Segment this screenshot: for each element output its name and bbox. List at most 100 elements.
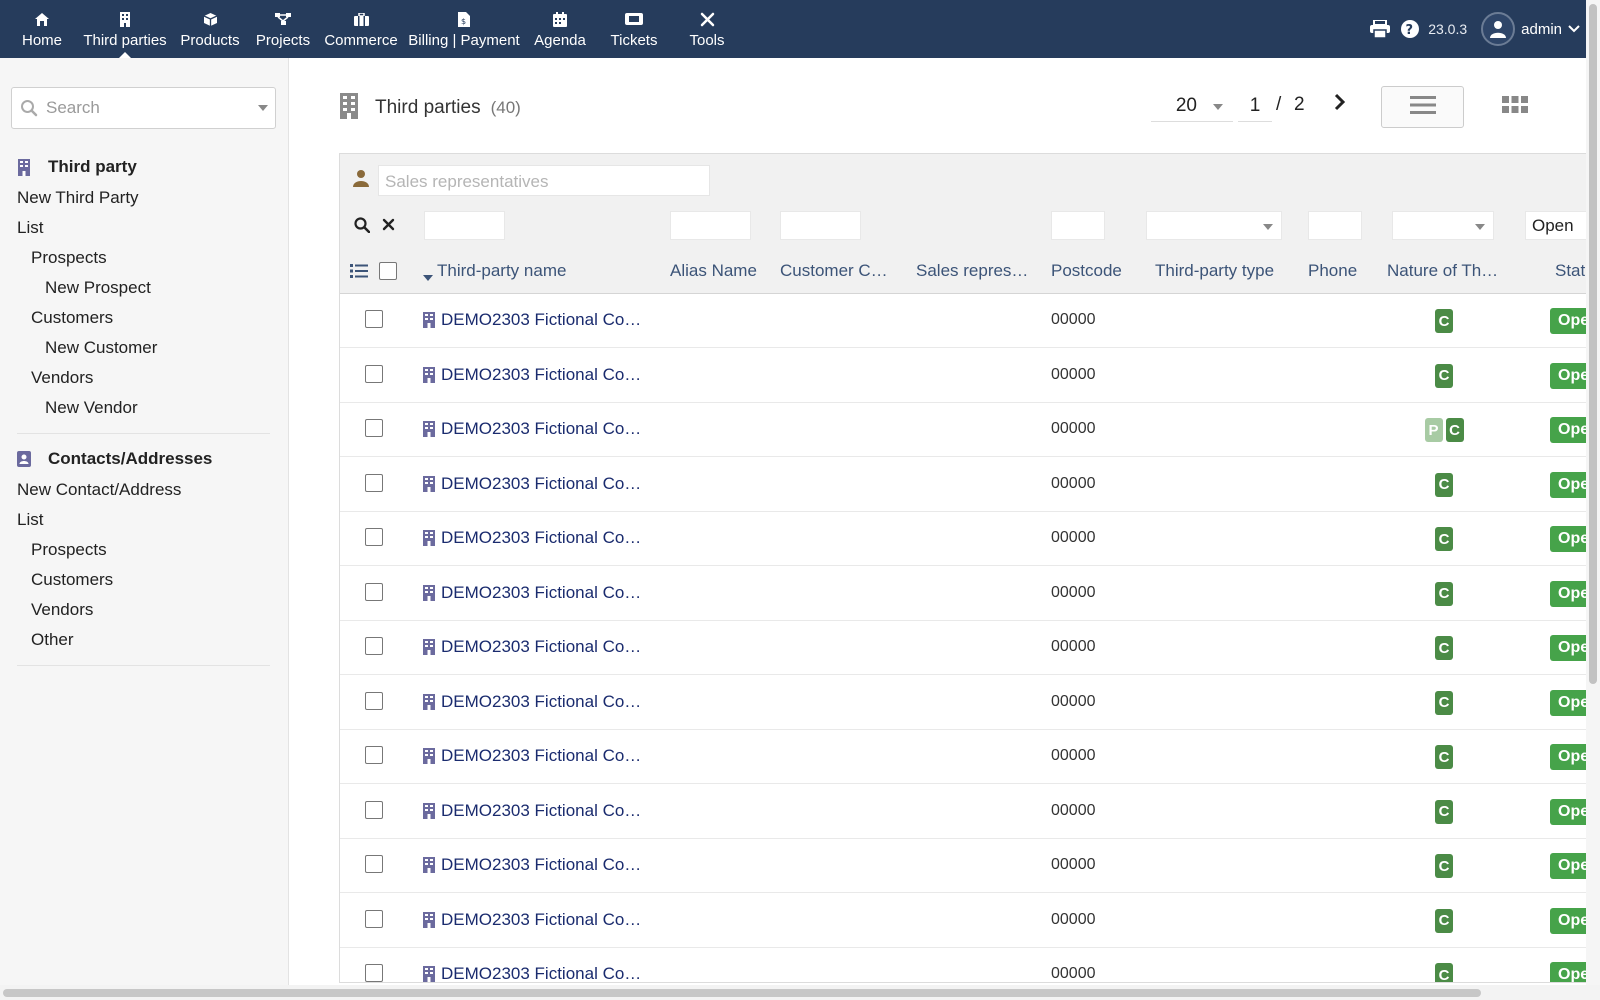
column-alias-name[interactable]: Alias Name (670, 261, 757, 281)
table-row[interactable]: DEMO2303 Fictional Co… 00000 C Open (340, 784, 1589, 839)
menu-link-contact-list[interactable]: List (17, 505, 270, 535)
chevron-down-icon[interactable] (1568, 20, 1580, 38)
scrollbar-thumb[interactable] (1589, 4, 1597, 684)
column-selector-icon[interactable] (350, 263, 368, 284)
vertical-scrollbar[interactable] (1586, 0, 1600, 985)
table-row[interactable]: DEMO2303 Fictional Co… 00000 PC Open (340, 403, 1589, 457)
third-party-name-link[interactable]: DEMO2303 Fictional Co… (423, 746, 641, 766)
menu-link-vendors[interactable]: Vendors (17, 363, 270, 393)
third-party-name-link[interactable]: DEMO2303 Fictional Co… (423, 910, 641, 930)
filter-third-party-type[interactable] (1146, 211, 1282, 240)
nav-tools[interactable]: Tools (688, 0, 726, 58)
search-icon[interactable] (354, 217, 371, 238)
table-row[interactable]: DEMO2303 Fictional Co… 00000 C Open (340, 675, 1589, 730)
third-party-name-link[interactable]: DEMO2303 Fictional Co… (423, 801, 641, 821)
sales-representatives-filter[interactable]: Sales representatives (378, 165, 710, 196)
table-row[interactable]: DEMO2303 Fictional Co… 00000 C Open (340, 457, 1589, 512)
select-all-checkbox[interactable] (379, 262, 397, 280)
third-party-name-link[interactable]: DEMO2303 Fictional Co… (423, 528, 641, 548)
third-party-name-link[interactable]: DEMO2303 Fictional Co… (423, 310, 641, 330)
row-checkbox[interactable] (365, 419, 383, 437)
third-party-name-link[interactable]: DEMO2303 Fictional Co… (423, 583, 641, 603)
sort-desc-icon[interactable] (423, 268, 433, 286)
column-phone[interactable]: Phone (1308, 261, 1357, 281)
row-checkbox[interactable] (365, 473, 383, 492)
table-row[interactable]: DEMO2303 Fictional Co… 00000 C Open (340, 948, 1589, 982)
menu-link-customers[interactable]: Customers (17, 303, 270, 333)
table-row[interactable]: DEMO2303 Fictional Co… 00000 C Open (340, 730, 1589, 784)
menu-link-prospects[interactable]: Prospects (17, 243, 270, 273)
user-name[interactable]: admin (1521, 21, 1562, 38)
column-customer-code[interactable]: Customer C… (780, 261, 888, 281)
nav-billing-payment[interactable]: $ Billing | Payment (408, 0, 520, 58)
table-row[interactable]: DEMO2303 Fictional Co… 00000 C Open (340, 839, 1589, 893)
row-checkbox[interactable] (365, 582, 383, 601)
page-size-select[interactable]: 20 (1151, 90, 1233, 122)
third-party-name-link[interactable]: DEMO2303 Fictional Co… (423, 419, 641, 439)
table-row[interactable]: DEMO2303 Fictional Co… 00000 C Open (340, 512, 1589, 566)
row-checkbox[interactable] (365, 855, 383, 873)
filter-phone[interactable] (1308, 211, 1362, 240)
row-checkbox[interactable] (365, 691, 383, 710)
column-nature[interactable]: Nature of Th… (1387, 261, 1498, 281)
menu-link-new-contact[interactable]: New Contact/Address (17, 475, 270, 505)
third-party-name-link[interactable]: DEMO2303 Fictional Co… (423, 964, 641, 982)
menu-link-new-third-party[interactable]: New Third Party (17, 183, 270, 213)
filter-customer-code[interactable] (780, 211, 861, 240)
column-postcode[interactable]: Postcode (1051, 261, 1122, 281)
print-icon[interactable] (1368, 17, 1392, 41)
clear-filter-icon[interactable] (382, 218, 395, 236)
help-icon[interactable]: ? (1398, 17, 1422, 41)
row-checkbox[interactable] (365, 637, 383, 655)
third-party-name-link[interactable]: DEMO2303 Fictional Co… (423, 474, 641, 494)
row-checkbox[interactable] (365, 310, 383, 328)
nav-home[interactable]: Home (20, 0, 64, 58)
menu-heading-contacts[interactable]: Contacts/Addresses (17, 443, 270, 475)
avatar[interactable] (1481, 12, 1516, 46)
nav-agenda[interactable]: Agenda (534, 0, 586, 58)
list-view-button[interactable] (1381, 86, 1464, 128)
third-party-name-link[interactable]: DEMO2303 Fictional Co… (423, 637, 641, 657)
row-checkbox[interactable] (365, 528, 383, 546)
row-checkbox[interactable] (365, 909, 383, 928)
current-page-input[interactable]: 1 (1238, 90, 1272, 122)
third-party-name-link[interactable]: DEMO2303 Fictional Co… (423, 855, 641, 875)
nav-products[interactable]: Products (180, 0, 240, 58)
horizontal-scrollbar[interactable] (0, 985, 1600, 1000)
column-third-party-type[interactable]: Third-party type (1155, 261, 1274, 281)
filter-nature[interactable] (1392, 211, 1494, 240)
table-row[interactable]: DEMO2303 Fictional Co… 00000 C Open (340, 294, 1589, 348)
next-page-button[interactable] (1328, 90, 1352, 118)
menu-link-contact-vendors[interactable]: Vendors (17, 595, 270, 625)
menu-link-new-vendor[interactable]: New Vendor (17, 393, 270, 423)
menu-link-contact-customers[interactable]: Customers (17, 565, 270, 595)
filter-alias-name[interactable] (670, 211, 751, 240)
row-checkbox[interactable] (365, 964, 383, 982)
column-sales-representatives[interactable]: Sales repres… (916, 261, 1028, 281)
table-row[interactable]: DEMO2303 Fictional Co… 00000 C Open (340, 348, 1589, 403)
menu-link-new-prospect[interactable]: New Prospect (17, 273, 270, 303)
row-checkbox[interactable] (365, 800, 383, 819)
row-checkbox[interactable] (365, 364, 383, 383)
third-party-name-link[interactable]: DEMO2303 Fictional Co… (423, 365, 641, 385)
table-row[interactable]: DEMO2303 Fictional Co… 00000 C Open (340, 621, 1589, 675)
scrollbar-thumb[interactable] (3, 989, 1481, 997)
kanban-view-button[interactable] (1500, 94, 1530, 120)
search-input[interactable]: Search (11, 87, 276, 129)
row-checkbox[interactable] (365, 746, 383, 764)
table-row[interactable]: DEMO2303 Fictional Co… 00000 C Open (340, 893, 1589, 948)
nav-projects[interactable]: Projects (256, 0, 310, 58)
menu-heading-third-party[interactable]: Third party (17, 151, 270, 183)
menu-link-contact-prospects[interactable]: Prospects (17, 535, 270, 565)
column-status[interactable]: Stat (1555, 261, 1585, 281)
column-third-party-name[interactable]: Third-party name (437, 261, 566, 281)
filter-status[interactable]: Open (1525, 211, 1589, 240)
nav-third-parties[interactable]: Third parties (83, 0, 167, 58)
menu-link-new-customer[interactable]: New Customer (17, 333, 270, 363)
nav-tickets[interactable]: Tickets (609, 0, 659, 58)
third-party-name-link[interactable]: DEMO2303 Fictional Co… (423, 692, 641, 712)
menu-link-list[interactable]: List (17, 213, 270, 243)
dropdown-arrow-icon[interactable] (251, 105, 275, 111)
table-row[interactable]: DEMO2303 Fictional Co… 00000 C Open (340, 566, 1589, 621)
filter-postcode[interactable] (1051, 211, 1105, 240)
